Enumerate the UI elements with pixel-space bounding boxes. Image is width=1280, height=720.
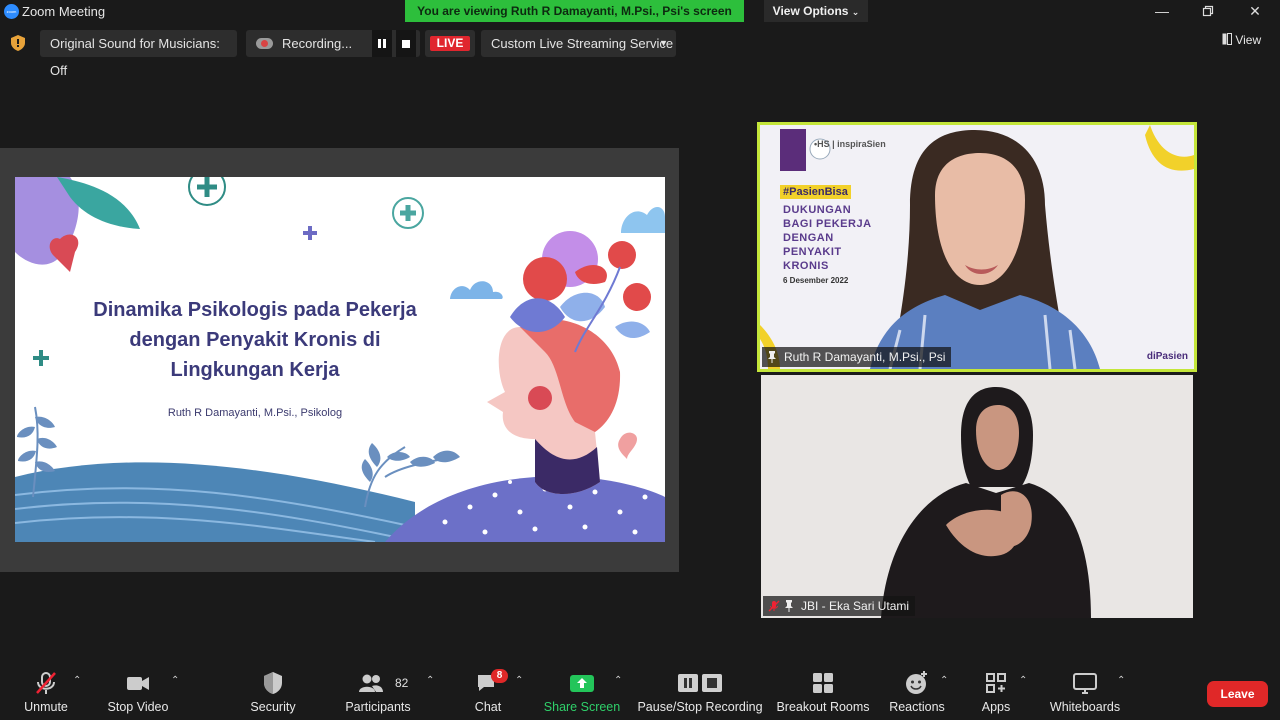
window-title: Zoom Meeting (22, 4, 106, 19)
live-indicator[interactable]: LIVE (425, 30, 475, 57)
whiteboards-caret-icon[interactable]: ⌃ (1117, 675, 1129, 687)
caret-down-icon: ▼ (659, 38, 668, 48)
stream-service-dropdown[interactable]: Custom Live Streaming Service ▼ (481, 30, 676, 57)
share-screen-label: Share Screen (543, 700, 621, 714)
layout-icon (1222, 33, 1232, 45)
video-options-caret-icon[interactable]: ⌃ (171, 675, 183, 687)
share-screen-icon (570, 675, 594, 692)
interpreter-name-tag: JBI - Eka Sari Utami (763, 596, 916, 616)
presentation-slide: Dinamika Psikologis pada Pekerja dengan … (15, 177, 665, 542)
original-sound-button[interactable]: Original Sound for Musicians: Off (40, 30, 237, 78)
viewing-screen-banner: You are viewing Ruth R Damayanti, M.Psi.… (405, 0, 744, 22)
chat-label: Chat (474, 700, 502, 714)
original-sound-label: Original Sound for Musicians: Off (50, 36, 220, 78)
whiteboards-label: Whiteboards (1049, 700, 1121, 714)
headline-text: DUKUNGAN BAGI PEKERJA DENGAN PENYAKIT KR… (783, 203, 872, 273)
participants-label: Participants (345, 700, 411, 714)
view-options-button[interactable]: View Options ⌄ (764, 0, 868, 22)
reactions-button[interactable]: Reactions (884, 660, 950, 720)
stop-video-button[interactable]: Stop Video (104, 660, 172, 720)
event-date: 6 Desember 2022 (783, 276, 849, 285)
record-dot-icon (261, 40, 268, 47)
pin-icon (768, 351, 776, 363)
whiteboard-icon (1073, 673, 1097, 694)
leave-label: Leave (1220, 687, 1255, 701)
interpreter-name: JBI - Eka Sari Utami (801, 599, 910, 613)
recording-indicator: Recording... (246, 30, 420, 57)
pause-icon (378, 39, 386, 48)
chat-button[interactable]: Chat (462, 660, 514, 720)
slide-title-line: Lingkungan Kerja (170, 359, 340, 381)
headline-line: DENGAN (783, 232, 834, 244)
stop-video-label: Stop Video (107, 700, 169, 714)
audio-options-caret-icon[interactable]: ⌃ (73, 675, 85, 687)
unmute-label: Unmute (24, 700, 68, 714)
slide-title: Dinamika Psikologis pada Pekerja dengan … (75, 295, 435, 385)
reactions-label: Reactions (889, 700, 945, 714)
speaker-name-tag: Ruth R Damayanti, M.Psi., Psi (762, 347, 952, 367)
video-camera-icon (127, 677, 149, 690)
apps-label: Apps (981, 700, 1011, 714)
breakout-rooms-label: Breakout Rooms (776, 700, 870, 714)
apps-button[interactable]: Apps (971, 660, 1021, 720)
muted-mic-icon (36, 672, 56, 694)
interpreter-video-feed (761, 375, 1193, 618)
security-shield-icon[interactable] (11, 35, 25, 51)
pause-recording-button[interactable] (372, 30, 392, 57)
stop-recording-button[interactable] (396, 30, 416, 57)
slide-author: Ruth R Damayanti, M.Psi., Psikolog (167, 407, 343, 419)
stream-service-label: Custom Live Streaming Service (491, 36, 674, 51)
breakout-rooms-button[interactable]: Breakout Rooms (774, 660, 872, 720)
recording-label: Recording... (282, 36, 353, 51)
leave-button[interactable]: Leave (1207, 681, 1268, 707)
headline-line: KRONIS (783, 260, 829, 272)
security-button[interactable]: Security (243, 660, 303, 720)
pause-stop-recording-label: Pause/Stop Recording (637, 700, 763, 714)
stop-icon (402, 40, 410, 48)
headline-line: PENYAKIT (783, 246, 842, 258)
participants-count: 82 (395, 676, 409, 690)
slide-title-line: dengan Penyakit Kronis di (129, 329, 381, 351)
share-screen-button[interactable]: Share Screen (542, 660, 622, 720)
headline-line: BAGI PEKERJA (783, 218, 872, 230)
minimize-icon[interactable]: — (1148, 2, 1176, 20)
pin-icon (785, 600, 793, 612)
live-badge: LIVE (430, 36, 470, 51)
whiteboards-button[interactable]: Whiteboards (1046, 660, 1124, 720)
apps-icon (986, 673, 1006, 693)
share-options-caret-icon[interactable]: ⌃ (614, 675, 626, 687)
sponsor-logos: •HS | inspiraSien (814, 139, 886, 149)
participants-caret-icon[interactable]: ⌃ (426, 675, 438, 687)
zoom-logo-icon: zoom (4, 4, 19, 19)
breakout-rooms-icon (813, 673, 833, 693)
chat-caret-icon[interactable]: ⌃ (515, 675, 527, 687)
meeting-controls-toolbar: Unmute ⌃ Stop Video ⌃ Security Participa… (0, 660, 1280, 720)
slide-title-line: Dinamika Psikologis pada Pekerja (93, 299, 417, 321)
reactions-caret-icon[interactable]: ⌃ (940, 675, 952, 687)
speaker-video-tile[interactable]: •HS | inspiraSien #PasienBisa DUKUNGAN B… (757, 122, 1197, 372)
speaker-name: Ruth R Damayanti, M.Psi., Psi (784, 350, 946, 364)
corner-brand-text: diPasien (1146, 351, 1188, 362)
apps-caret-icon[interactable]: ⌃ (1019, 675, 1031, 687)
headline-line: DUKUNGAN (783, 204, 852, 216)
title-bar: zoom Zoom Meeting You are viewing Ruth R… (0, 0, 1280, 24)
pause-stop-recording-button[interactable]: Pause/Stop Recording (636, 660, 764, 720)
hashtag-label: #PasienBisa (780, 185, 851, 199)
shield-icon (264, 672, 282, 694)
unmute-button[interactable]: Unmute (16, 660, 76, 720)
view-button[interactable]: View (1222, 33, 1261, 47)
close-icon[interactable]: ✕ (1241, 2, 1269, 20)
pause-stop-recording-icon (678, 674, 722, 692)
restore-icon[interactable] (1194, 2, 1222, 20)
interpreter-video-tile[interactable]: JBI - Eka Sari Utami (761, 375, 1193, 618)
chevron-down-icon: ⌄ (851, 7, 860, 17)
smiley-icon (906, 671, 927, 694)
participants-icon (359, 674, 383, 692)
chat-unread-badge: 8 (491, 669, 508, 683)
muted-mic-icon (768, 600, 780, 612)
security-label: Security (250, 700, 296, 714)
participants-button[interactable]: Participants (343, 660, 413, 720)
view-options-label: View Options (772, 4, 849, 18)
view-label: View (1235, 33, 1262, 47)
